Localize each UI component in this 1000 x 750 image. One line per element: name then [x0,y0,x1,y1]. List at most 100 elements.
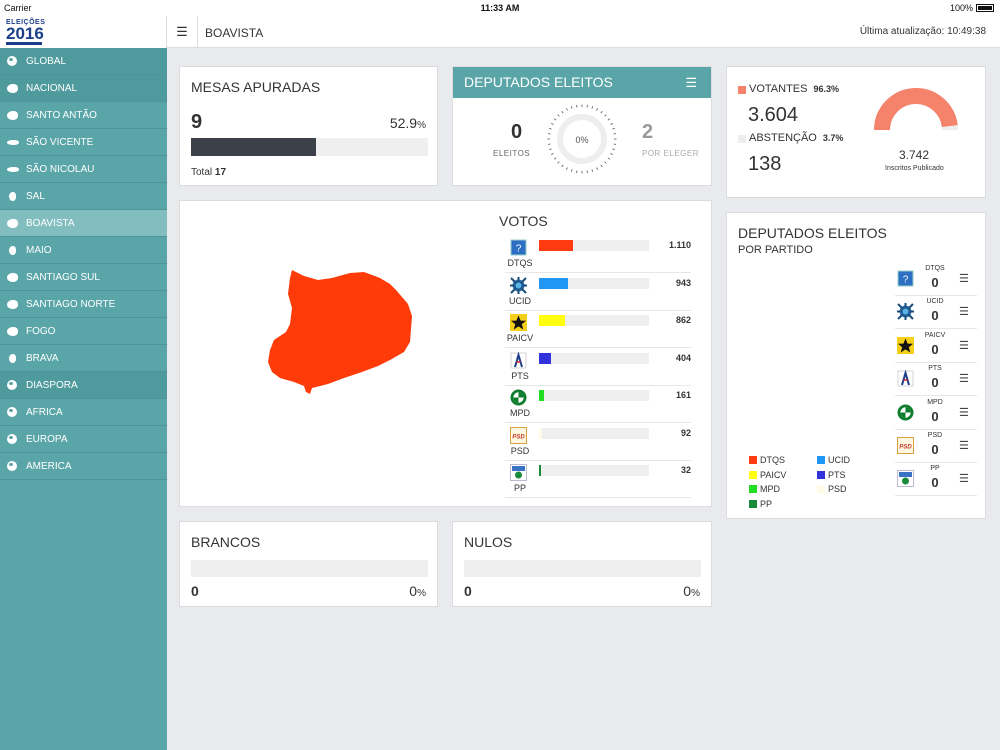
deputados-header: DEPUTADOS ELEITOS ☰ [453,67,711,98]
boavista-island-map[interactable] [266,268,414,394]
votantes-value: 3.604 [748,104,799,126]
mesas-total-value: 17 [214,167,227,178]
votos-party-name: PTS [511,370,529,381]
gauge-tick [553,118,557,121]
gauge-tick [604,161,607,164]
logo-year: 2016 [6,24,44,43]
ucid-logo-icon [510,276,527,294]
sidebar-item-america[interactable]: AMERICA [0,453,167,480]
row-menu-icon[interactable]: ☰ [959,305,969,318]
hamburger-menu-button[interactable]: ☰ [167,16,198,48]
globe-icon [7,434,17,444]
por-partido-row-mpd: MPD 0 ☰ [895,397,977,430]
battery-icon [976,4,994,12]
votos-row-pts[interactable]: PTS 404 [505,349,691,386]
mpd-party-logo [897,404,914,421]
votos-row-mpd[interactable]: MPD 161 [505,386,691,423]
brancos-progress-bar [191,560,428,577]
por-partido-row-ucid: UCID 0 ☰ [895,296,977,330]
last-update-label: Última atualização: 10:49:38 [859,26,986,37]
por-partido-party-name: MPD [927,398,943,406]
row-menu-icon[interactable]: ☰ [959,472,969,485]
sidebar-item-label: GLOBAL [26,56,67,67]
sidebar-item-santo-antao[interactable]: SANTO ANTÃO [0,102,167,129]
row-menu-icon[interactable]: ☰ [959,272,969,285]
por-partido-title: DEPUTADOS ELEITOS [738,225,887,241]
sidebar-item-diaspora[interactable]: DIASPORA [0,372,167,399]
votos-party-name: PP [513,483,526,493]
row-menu-icon[interactable]: ☰ [959,372,969,385]
por-eleger-value: 2 [642,121,654,143]
sidebar-item-label: SANTIAGO NORTE [26,299,116,310]
por-partido-value: 0 [931,375,939,391]
legend-item-pts[interactable]: PTS [817,470,846,480]
votos-value: 862 [675,315,691,325]
island-icon [7,167,19,172]
sidebar-item-sao-nicolau[interactable]: SÃO NICOLAU [0,156,167,183]
gauge-tick [607,118,611,121]
pp-party-logo [897,470,914,488]
sidebar-item-nacional[interactable]: NACIONAL [0,75,167,102]
battery-status: 100% [950,3,994,13]
sidebar-item-sao-vicente[interactable]: SÃO VICENTE [0,129,167,156]
island-icon [7,84,18,93]
por-partido-value: 0 [931,442,939,457]
mesas-title: MESAS APURADAS [191,79,321,95]
psd-logo-icon: PSD [897,437,914,454]
por-partido-party-name: DTQS [925,265,945,272]
legend-label: PP [760,498,773,509]
pts-party-logo [897,370,914,387]
paicv-logo-icon [510,314,527,331]
row-menu-icon[interactable]: ☰ [959,439,969,452]
votos-value: 1.110 [668,240,691,250]
sidebar-item-santiago-sul[interactable]: SANTIAGO SUL [0,264,167,291]
por-partido-party-name: UCID [926,298,944,306]
gauge-tick [591,169,594,172]
mesas-percent-sign: % [417,120,426,131]
sidebar-item-label: NACIONAL [26,83,78,94]
svg-text:?: ? [516,244,522,255]
sidebar-item-maio[interactable]: MAIO [0,237,167,264]
sidebar-item-boavista[interactable]: BOAVISTA [0,210,167,237]
legend-item-pp[interactable]: PP [749,499,772,509]
sidebar-item-africa[interactable]: AFRICA [0,399,167,426]
sidebar-item-brava[interactable]: BRAVA [0,345,167,372]
legend-item-paicv[interactable]: PAICV [749,470,786,480]
nulos-percent: 0% [683,583,700,599]
votos-row-psd[interactable]: PSD PSD 92 [505,424,691,461]
legend-swatch [817,470,825,479]
gauge-tick [607,157,611,160]
row-menu-icon[interactable]: ☰ [959,406,969,419]
legend-item-psd[interactable]: PSD [817,484,847,494]
brancos-percent-sign: % [417,588,426,599]
eleitos-label: ELEITOS [493,149,531,158]
pp-party-logo [510,464,527,481]
sidebar-item-europa[interactable]: EUROPA [0,426,167,453]
votos-row-dtqs[interactable]: ? DTQS 1.110 [505,236,691,273]
globe-icon [7,461,17,471]
sidebar-item-fogo[interactable]: FOGO [0,318,167,345]
gauge-label: 0% [575,135,588,145]
gauge-tick [600,110,603,114]
votos-row-ucid[interactable]: UCID 943 [505,274,691,311]
legend-item-mpd[interactable]: MPD [749,484,780,494]
sidebar-item-santiago-norte[interactable]: SANTIAGO NORTE [0,291,167,318]
row-menu-icon[interactable]: ☰ [959,339,969,352]
deputados-menu-icon[interactable]: ☰ [685,67,697,98]
dtqs-party-logo: ? [510,239,527,256]
votos-value: 404 [675,352,691,363]
deputados-title: DEPUTADOS ELEITOS [464,74,613,90]
island-icon [9,246,16,255]
eleicoes-logo[interactable]: ELEIÇÕES 2016 [0,16,167,48]
sidebar-item-global[interactable]: GLOBAL [0,48,167,75]
deputados-eleitos-card: DEPUTADOS ELEITOS ☰ 0 ELEITOS 0% 2 POR E… [452,66,712,186]
votos-row-paicv[interactable]: PAICV 862 [505,311,691,348]
mesas-apuradas-card: MESAS APURADAS 9 52.9% Total 17 [179,66,438,186]
votos-row-pp[interactable]: PP 32 [505,461,691,498]
legend-item-ucid[interactable]: UCID [817,455,850,465]
sidebar-item-sal[interactable]: SAL [0,183,167,210]
ucid-party-logo [897,303,914,321]
eleitos-value: 0 [511,121,523,143]
brancos-percent: 0% [409,583,426,599]
legend-item-dtqs[interactable]: DTQS [749,455,785,465]
